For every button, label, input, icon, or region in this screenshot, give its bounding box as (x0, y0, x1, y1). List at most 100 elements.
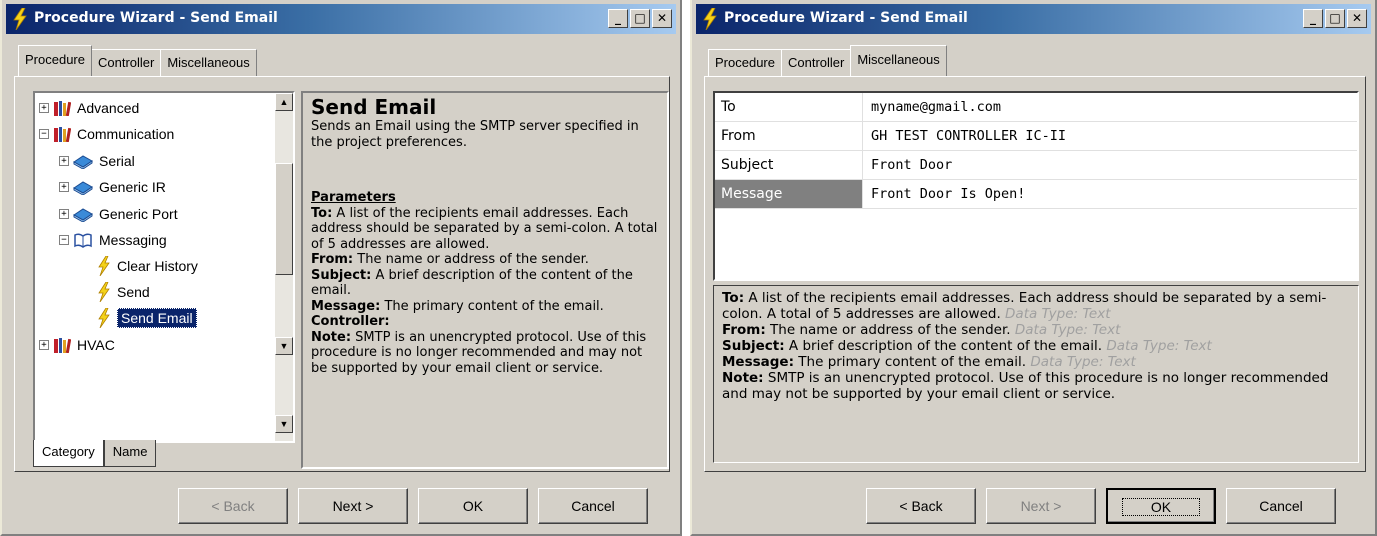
parameter-description: To: A list of the recipients email addre… (713, 285, 1359, 463)
procedure-summary: Sends an Email using the SMTP server spe… (311, 119, 639, 150)
close-button[interactable]: ✕ (1347, 9, 1367, 28)
scroll-down-button[interactable]: ▼ (275, 337, 293, 355)
tree-node-communication[interactable]: − Communication (39, 122, 174, 146)
ok-button-label: OK (1121, 498, 1201, 516)
tab-name[interactable]: Name (103, 440, 157, 467)
back-button[interactable]: < Back (866, 488, 976, 524)
tree-node-advanced[interactable]: + Advanced (39, 96, 139, 120)
ok-button[interactable]: OK (418, 488, 528, 524)
expand-icon[interactable]: + (59, 156, 69, 166)
param-controller-desc: Controller: (311, 314, 390, 329)
param-row-to[interactable]: To myname@gmail.com (715, 93, 1357, 122)
tree-scrollbar[interactable]: ▲ ▼ ▼ (275, 93, 293, 441)
procedure-heading: Send Email (311, 95, 437, 119)
miscellaneous-tab-panel: To myname@gmail.com From GH TEST CONTROL… (704, 76, 1366, 472)
dialog-buttons: < Back Next > OK Cancel (866, 488, 1336, 526)
tree-node-label: Serial (99, 153, 135, 169)
param-row-from[interactable]: From GH TEST CONTROLLER IC-II (715, 122, 1357, 151)
scroll-down-button[interactable]: ▼ (275, 415, 293, 433)
next-button[interactable]: Next > (298, 488, 408, 524)
tree-node-generic-port[interactable]: + Generic Port (59, 202, 178, 226)
tree-node-label-selected: Send Email (117, 308, 197, 328)
tree-node-label: Advanced (77, 100, 140, 116)
tab-strip: Procedure Controller Miscellaneous (708, 45, 947, 76)
expand-icon[interactable]: + (59, 182, 69, 192)
tab-miscellaneous[interactable]: Miscellaneous (850, 45, 947, 76)
tab-category[interactable]: Category (33, 440, 104, 467)
tab-procedure[interactable]: Procedure (18, 45, 92, 76)
tree-node-generic-ir[interactable]: + Generic IR (59, 175, 166, 199)
tree-node-messaging[interactable]: − Messaging (59, 228, 167, 252)
dialog-buttons: < Back Next > OK Cancel (178, 488, 648, 526)
tab-miscellaneous[interactable]: Miscellaneous (160, 49, 257, 76)
tree-node-label: Communication (77, 126, 175, 142)
tree-node-send[interactable]: Send (97, 280, 150, 304)
cancel-button[interactable]: Cancel (1226, 488, 1336, 524)
title-bar[interactable]: Procedure Wizard - Send Email _ □ ✕ (6, 4, 676, 34)
next-button[interactable]: Next > (986, 488, 1096, 524)
tab-procedure[interactable]: Procedure (708, 49, 782, 76)
tree-node-send-email[interactable]: Send Email (97, 306, 197, 330)
books-icon (54, 101, 71, 116)
book-icon (73, 181, 93, 195)
param-row-message[interactable]: Message Front Door Is Open! (715, 180, 1357, 209)
close-button[interactable]: ✕ (652, 9, 672, 28)
tree-node-label: HVAC (77, 337, 115, 353)
data-type-label: Data Type: Text (1014, 322, 1121, 338)
maximize-button[interactable]: □ (630, 9, 650, 28)
procedure-description: Send Email Sends an Email using the SMTP… (301, 91, 669, 469)
tab-controller[interactable]: Controller (90, 49, 162, 76)
param-subject-desc: Subject: A brief description of the cont… (722, 338, 1212, 354)
tree-node-serial[interactable]: + Serial (59, 149, 135, 173)
param-subject-desc: Subject: A brief description of the cont… (311, 267, 633, 299)
tab-strip: Procedure Controller Miscellaneous (18, 45, 257, 76)
param-message-desc: Message: The primary content of the emai… (722, 354, 1136, 370)
title-bar[interactable]: Procedure Wizard - Send Email _ □ ✕ (696, 4, 1371, 34)
tab-controller[interactable]: Controller (780, 49, 852, 76)
param-name: Subject (715, 151, 863, 179)
book-icon (73, 155, 93, 169)
param-value-input[interactable]: Front Door (863, 151, 1357, 179)
minimize-button[interactable]: _ (1303, 9, 1323, 28)
tree-view-tabs: Category Name (33, 440, 157, 467)
param-value-input[interactable]: GH TEST CONTROLLER IC-II (863, 122, 1357, 150)
open-book-icon (74, 233, 92, 248)
ok-button[interactable]: OK (1106, 488, 1216, 524)
expand-icon[interactable]: + (39, 103, 49, 113)
lightning-icon (98, 308, 110, 328)
tree-node-label: Messaging (99, 232, 167, 248)
param-row-subject[interactable]: Subject Front Door (715, 151, 1357, 180)
back-button[interactable]: < Back (178, 488, 288, 524)
expand-icon[interactable]: + (39, 340, 49, 350)
param-value-input[interactable]: myname@gmail.com (863, 93, 1357, 121)
tree-node-clear-history[interactable]: Clear History (97, 254, 198, 278)
tree-node-label: Generic Port (99, 206, 178, 222)
param-from-desc: From: The name or address of the sender. (311, 252, 589, 267)
data-type-label: Data Type: Text (1005, 306, 1111, 322)
expand-icon[interactable]: + (59, 209, 69, 219)
collapse-icon[interactable]: − (59, 235, 69, 245)
scroll-up-button[interactable]: ▲ (275, 93, 293, 111)
tree-node-label: Send (117, 284, 150, 300)
param-message-desc: Message: The primary content of the emai… (311, 298, 604, 314)
param-name: From (715, 122, 863, 150)
maximize-button[interactable]: □ (1325, 9, 1345, 28)
books-icon (54, 127, 71, 142)
note-desc: Note: SMTP is an unencrypted protocol. U… (722, 370, 1329, 402)
collapse-icon[interactable]: − (39, 129, 49, 139)
minimize-button[interactable]: _ (608, 9, 628, 28)
note-desc: Note: SMTP is an unencrypted protocol. U… (311, 329, 647, 376)
cancel-button[interactable]: Cancel (538, 488, 648, 524)
data-type-label: Data Type: Text (1030, 354, 1136, 370)
lightning-icon (13, 8, 27, 30)
tree-node-hvac[interactable]: + HVAC (39, 333, 115, 357)
window-title: Procedure Wizard - Send Email (724, 10, 968, 26)
param-name-selected: Message (715, 180, 863, 208)
procedure-tab-panel: + Advanced − Communication + Serial + Ge… (14, 76, 670, 472)
procedure-wizard-window-right: Procedure Wizard - Send Email _ □ ✕ Proc… (690, 0, 1377, 536)
scroll-thumb[interactable] (275, 163, 293, 275)
param-from-desc: From: The name or address of the sender.… (722, 322, 1121, 338)
lightning-icon (703, 8, 717, 30)
parameter-grid: To myname@gmail.com From GH TEST CONTROL… (713, 91, 1359, 281)
param-value-input[interactable]: Front Door Is Open! (863, 180, 1357, 208)
